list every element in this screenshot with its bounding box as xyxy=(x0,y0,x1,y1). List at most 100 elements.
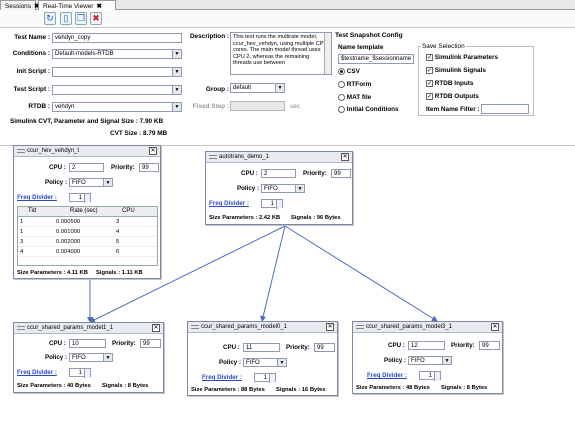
drag-handle-icon[interactable] xyxy=(17,149,25,153)
radio-icon[interactable] xyxy=(338,94,345,101)
chevron-down-icon[interactable]: ▼ xyxy=(172,103,181,111)
cpu-label: CPU : xyxy=(49,164,66,171)
cpu-input[interactable]: 11 xyxy=(243,343,280,352)
test-script-select[interactable]: ▼ xyxy=(52,85,182,95)
fixed-step-input[interactable] xyxy=(230,101,285,111)
chevron-down-icon[interactable]: ▼ xyxy=(172,50,181,58)
policy-select[interactable]: FIFO ▼ xyxy=(243,358,287,367)
policy-select[interactable]: FIFO ▼ xyxy=(69,353,113,362)
tab-sessions[interactable]: Sessions ✖ xyxy=(0,0,39,10)
table-row[interactable]: 1 0.001000 4 xyxy=(18,227,157,237)
close-icon[interactable]: ✕ xyxy=(491,323,499,331)
priority-input[interactable]: 99 xyxy=(139,163,159,172)
policy-select[interactable]: FIFO ▼ xyxy=(408,356,452,365)
spinner-arrows-icon[interactable] xyxy=(434,372,440,381)
spinner-arrows-icon[interactable] xyxy=(269,374,275,383)
test-name-input[interactable]: vehdyn_copy xyxy=(52,33,182,43)
chevron-down-icon[interactable]: ▼ xyxy=(103,354,112,361)
close-icon[interactable]: ✕ xyxy=(341,153,349,161)
node-header[interactable]: ccur_hev_vehdyn_t ✕ xyxy=(14,146,160,157)
priority-input[interactable]: 99 xyxy=(479,341,500,350)
radio-icon[interactable] xyxy=(338,81,345,88)
checkbox-icon[interactable]: ✓ xyxy=(426,93,433,100)
table-row[interactable]: 1 0.000500 3 xyxy=(18,217,157,227)
drag-handle-icon[interactable] xyxy=(209,155,217,159)
init-script-select[interactable]: ▼ xyxy=(52,67,182,77)
format-rtform[interactable]: RTForm xyxy=(338,81,371,88)
table-row[interactable]: 3 0.002000 5 xyxy=(18,237,157,247)
chevron-down-icon[interactable]: ▼ xyxy=(275,84,284,92)
cvt-size: CVT Size : 8.79 MB xyxy=(110,130,168,137)
group-select[interactable]: default ▼ xyxy=(230,83,285,93)
chevron-down-icon[interactable]: ▼ xyxy=(295,185,304,192)
rtdb-select[interactable]: vehdyn ▼ xyxy=(52,102,182,112)
delete-document-icon[interactable]: ✖ xyxy=(90,12,102,25)
node-header[interactable]: autotrans_demo_1 ✕ xyxy=(206,152,352,163)
drag-handle-icon[interactable] xyxy=(191,325,199,329)
refresh-icon[interactable]: ↻ xyxy=(44,12,56,25)
format-csv[interactable]: CSV xyxy=(338,68,360,75)
checkbox-icon[interactable]: ✓ xyxy=(426,80,433,87)
freq-divider-link[interactable]: Freq Divider : xyxy=(17,194,57,201)
item-filter-input[interactable] xyxy=(481,104,529,114)
freq-divider-link[interactable]: Freq Divider : xyxy=(17,369,57,376)
freq-divider-spinner[interactable]: 1 xyxy=(261,199,283,209)
drag-handle-icon[interactable] xyxy=(17,326,25,330)
chevron-down-icon[interactable]: ▼ xyxy=(442,357,451,364)
new-document-icon[interactable]: ▯ xyxy=(60,12,72,25)
node-autotrans-demo[interactable]: autotrans_demo_1 ✕ CPU : 2 Priority: 99 P… xyxy=(205,151,353,225)
cpu-input[interactable]: 2 xyxy=(69,163,104,172)
node-ccur-hev-vehdyn[interactable]: ccur_hev_vehdyn_t ✕ CPU : 2 Priority: 99 … xyxy=(13,145,161,279)
close-icon[interactable]: ✖ xyxy=(96,3,101,10)
chevron-down-icon[interactable]: ▼ xyxy=(172,68,181,76)
name-template-input[interactable]: $testname_$sessionname xyxy=(338,54,414,64)
format-initial-conditions[interactable]: Initial Conditions xyxy=(338,106,399,113)
policy-select[interactable]: FIFO ▼ xyxy=(69,178,113,187)
node-shared-params-model3[interactable]: ccur_shared_params_model3_1 ✕ CPU : 12 Pr… xyxy=(352,321,503,394)
checkbox-icon[interactable]: ✓ xyxy=(426,54,433,61)
description-scrollbar[interactable] xyxy=(324,33,331,74)
radio-icon[interactable] xyxy=(338,68,345,75)
freq-divider-link[interactable]: Freq Divider : xyxy=(367,372,407,379)
node-shared-params-model0[interactable]: ccur_shared_params_model0_1 ✕ CPU : 11 Pr… xyxy=(187,321,338,396)
conditions-select[interactable]: Default-models-RTDB ▼ xyxy=(52,49,182,59)
priority-input[interactable]: 99 xyxy=(331,169,351,178)
cpu-input[interactable]: 12 xyxy=(408,341,445,350)
cpu-input[interactable]: 2 xyxy=(261,169,296,178)
drag-handle-icon[interactable] xyxy=(356,325,364,329)
node-header[interactable]: ccur_shared_params_model0_1 ✕ xyxy=(188,322,337,333)
policy-select[interactable]: FIFO ▼ xyxy=(261,184,305,193)
priority-input[interactable]: 99 xyxy=(140,339,161,348)
node-shared-params-model1[interactable]: ccur_shared_params_model1_1 ✕ CPU : 10 Pr… xyxy=(13,322,164,393)
tab-real-time-viewer[interactable]: Real-Time Viewer ✖ xyxy=(38,0,116,10)
close-icon[interactable]: ✕ xyxy=(152,324,160,332)
close-icon[interactable]: ✕ xyxy=(326,323,334,331)
format-mat-file[interactable]: MAT file xyxy=(338,94,371,101)
freq-divider-spinner[interactable]: 1 xyxy=(254,373,276,383)
chevron-down-icon[interactable]: ▼ xyxy=(172,86,181,94)
checkbox-icon[interactable]: ✓ xyxy=(426,67,433,74)
priority-input[interactable]: 99 xyxy=(314,343,335,352)
description-textarea[interactable]: This test runs the multirate model, ccur… xyxy=(230,32,332,75)
save-simulink-signals[interactable]: ✓ Simulink Signals xyxy=(426,67,486,74)
chevron-down-icon[interactable]: ▼ xyxy=(277,359,286,366)
save-rtdb-inputs[interactable]: ✓ RTDB Inputs xyxy=(426,80,473,87)
spinner-arrows-icon[interactable] xyxy=(276,200,282,209)
freq-divider-spinner[interactable]: 1 xyxy=(419,371,441,381)
spinner-arrows-icon[interactable] xyxy=(84,369,90,378)
freq-divider-spinner[interactable]: 1 xyxy=(69,368,91,378)
save-rtdb-outputs[interactable]: ✓ RTDB Outputs xyxy=(426,93,479,100)
freq-divider-spinner[interactable]: 1 xyxy=(69,193,91,203)
freq-divider-link[interactable]: Freq Divider : xyxy=(202,374,242,381)
spinner-arrows-icon[interactable] xyxy=(84,194,90,203)
save-simulink-params[interactable]: ✓ Simulink Parameters xyxy=(426,54,498,61)
node-header[interactable]: ccur_shared_params_model3_1 ✕ xyxy=(353,322,502,333)
node-header[interactable]: ccur_shared_params_model1_1 ✕ xyxy=(14,323,163,334)
cpu-input[interactable]: 10 xyxy=(69,339,106,348)
close-icon[interactable]: ✕ xyxy=(149,147,157,155)
radio-icon[interactable] xyxy=(338,106,345,113)
chevron-down-icon[interactable]: ▼ xyxy=(103,179,112,186)
copy-document-icon[interactable]: ❐ xyxy=(75,12,87,25)
table-row[interactable]: 4 0.004000 6 xyxy=(18,247,157,257)
freq-divider-link[interactable]: Freq Divider : xyxy=(209,200,249,207)
